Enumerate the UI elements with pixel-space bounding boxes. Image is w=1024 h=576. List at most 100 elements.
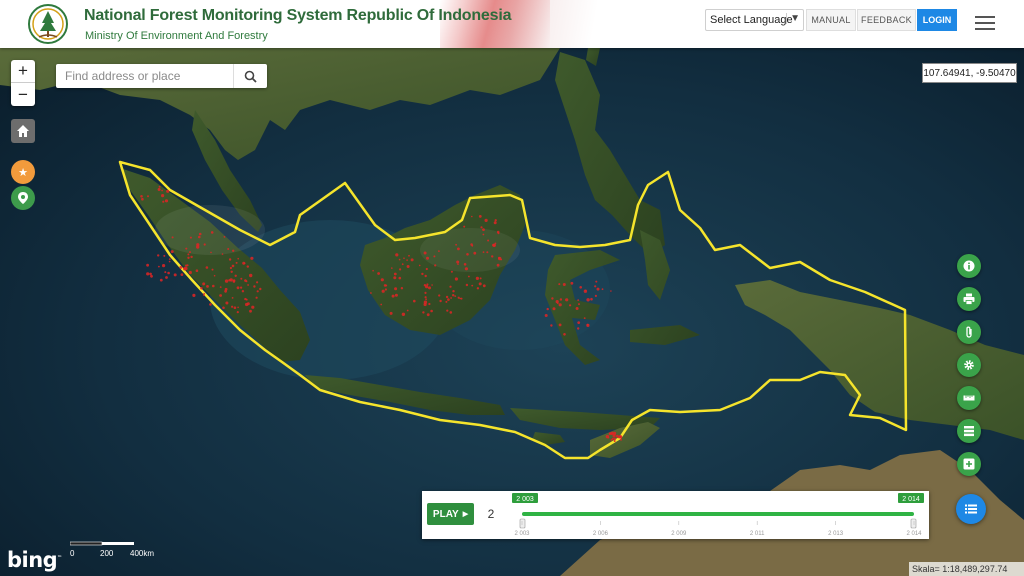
hotspot-point xyxy=(428,302,431,306)
favorite-button[interactable]: ★ xyxy=(11,160,35,184)
hotspot-point xyxy=(605,434,610,439)
hotspot-point xyxy=(486,251,489,254)
hotspot-point xyxy=(212,284,215,288)
hotspot-point xyxy=(578,303,580,306)
hotspot-point xyxy=(380,278,384,282)
hotspot-point xyxy=(456,260,460,264)
measure-button[interactable] xyxy=(957,386,981,410)
ministry-logo-icon xyxy=(28,4,68,44)
hotspot-point xyxy=(231,305,234,308)
attachment-button[interactable] xyxy=(957,320,981,344)
hotspot-point xyxy=(425,267,428,271)
hotspot-point xyxy=(166,189,170,193)
hotspot-point xyxy=(147,195,149,198)
hotspot-point xyxy=(552,307,556,311)
slider-handle-end[interactable] xyxy=(910,518,917,529)
slider-handle-start[interactable] xyxy=(519,518,526,529)
hotspot-point xyxy=(556,302,559,304)
hotspot-point xyxy=(256,281,259,284)
hotspot-point xyxy=(475,276,479,280)
language-select-label: Select Language xyxy=(710,14,793,26)
locate-button[interactable] xyxy=(11,186,35,210)
slider-tick-label: 2 011 xyxy=(750,531,765,537)
time-slider-panel: PLAY ▶ 2 2 003 2 014 2 003 2 006 2 009 2 01… xyxy=(422,491,929,539)
search-input[interactable] xyxy=(56,64,234,88)
search-box xyxy=(56,64,267,88)
hotspot-point xyxy=(372,269,374,272)
hotspot-point xyxy=(236,311,239,314)
hotspot-point xyxy=(403,257,405,260)
hotspot-point xyxy=(544,314,548,317)
hotspot-point xyxy=(159,278,163,282)
hotspot-point xyxy=(381,289,385,293)
chevron-down-icon: ▼ xyxy=(786,13,800,24)
settings-button[interactable] xyxy=(957,353,981,377)
hotspot-point xyxy=(496,263,500,267)
attachment-icon xyxy=(966,326,972,338)
hotspot-point xyxy=(434,264,437,267)
hotspot-point xyxy=(241,290,245,293)
login-button[interactable]: LOGIN xyxy=(917,9,957,31)
hotspot-point xyxy=(227,248,230,250)
hotspot-point xyxy=(479,277,482,280)
hotspot-point xyxy=(253,285,256,288)
hotspot-point xyxy=(171,236,174,239)
home-button[interactable] xyxy=(11,119,35,143)
slider-tick-label: 2 006 xyxy=(593,531,609,537)
hotspot-point xyxy=(237,306,239,309)
layers-list-button[interactable] xyxy=(956,494,986,524)
hotspot-point xyxy=(438,294,441,297)
hotspot-point xyxy=(491,255,494,258)
hotspot-point xyxy=(478,215,482,218)
hotspot-point xyxy=(168,258,171,260)
hotspot-point xyxy=(234,274,237,277)
hotspot-point xyxy=(620,436,622,439)
zoom-out-button[interactable]: − xyxy=(11,83,35,106)
add-layer-button[interactable] xyxy=(957,452,981,476)
info-button[interactable] xyxy=(957,254,981,278)
hotspot-point xyxy=(233,306,237,310)
time-slider[interactable]: 2 003 2 014 2 003 2 006 2 009 2 011 2 013 2 0… xyxy=(508,491,926,539)
hotspot-point xyxy=(450,297,452,299)
hotspot-point xyxy=(190,255,193,259)
hotspot-point xyxy=(446,309,449,312)
menu-icon[interactable] xyxy=(975,16,995,30)
hotspot-point xyxy=(202,282,206,286)
hotspot-point xyxy=(445,295,449,299)
feedback-button[interactable]: FEEDBACK xyxy=(857,9,916,31)
play-button[interactable]: PLAY ▶ xyxy=(427,503,474,525)
playback-speed[interactable]: 2 xyxy=(480,503,502,525)
language-select[interactable]: Select Language ▼ xyxy=(705,9,804,31)
slider-tick-label: 2 013 xyxy=(828,531,844,537)
hotspot-point xyxy=(452,290,455,293)
hotspot-point xyxy=(223,236,226,238)
hotspot-point xyxy=(406,265,410,268)
hotspot-point xyxy=(196,243,200,247)
search-button[interactable] xyxy=(233,64,267,88)
hotspot-point xyxy=(449,285,452,288)
hotspot-point xyxy=(189,251,191,254)
hotspot-point xyxy=(168,260,171,263)
hotspot-point xyxy=(209,303,212,306)
info-icon xyxy=(963,260,975,272)
hotspot-point xyxy=(149,272,152,276)
hotspot-point xyxy=(473,251,477,255)
hotspot-point xyxy=(200,287,203,290)
hotspot-point xyxy=(230,270,233,273)
manual-button[interactable]: MANUAL xyxy=(806,9,856,31)
hotspot-point xyxy=(454,295,457,297)
print-button[interactable] xyxy=(957,287,981,311)
hotspot-point xyxy=(173,273,177,277)
legend-button[interactable] xyxy=(957,419,981,443)
hotspot-point xyxy=(447,298,450,301)
hotspot-point xyxy=(224,289,228,293)
hotspot-point xyxy=(584,289,587,292)
hotspot-point xyxy=(198,232,202,236)
hotspot-point xyxy=(413,299,416,303)
hotspot-point xyxy=(401,263,404,266)
zoom-in-button[interactable]: + xyxy=(11,60,35,83)
hotspot-point xyxy=(255,296,258,299)
slider-ticks: 2 003 2 006 2 009 2 011 2 013 2 014 xyxy=(514,521,922,537)
hotspot-point xyxy=(250,256,254,260)
ruler-icon xyxy=(963,395,975,401)
